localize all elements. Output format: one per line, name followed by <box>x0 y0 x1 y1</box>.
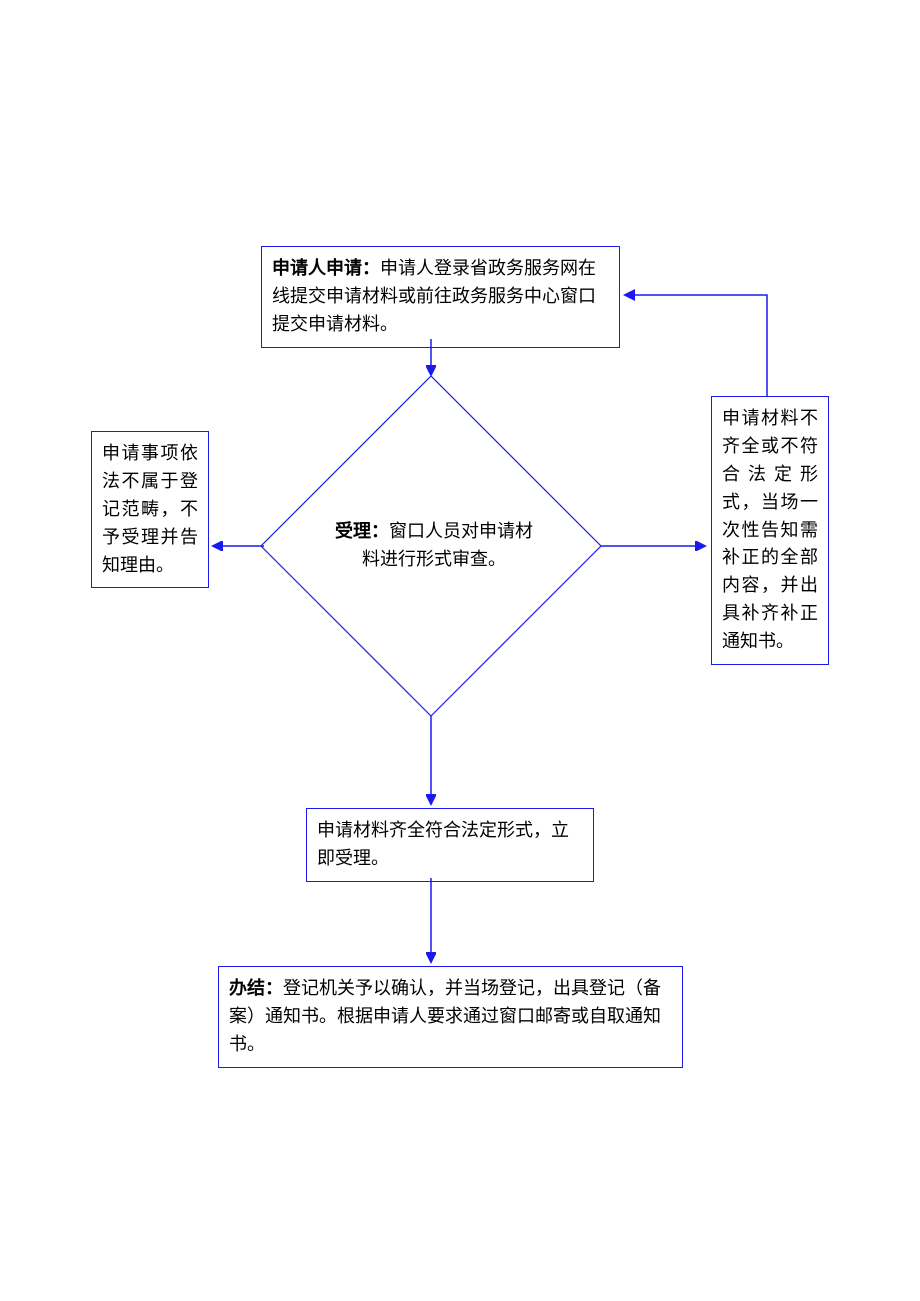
arrow-accept-to-supplement <box>601 541 709 551</box>
flowchart-page: 申请人申请：申请人登录省政务服务网在线提交申请材料或前往政务服务中心窗口提交申请… <box>0 0 920 1301</box>
arrow-materials-ok-to-finish <box>426 878 436 966</box>
box-reject: 申请事项依法不属于登记范畴，不予受理并告知理由。 <box>91 431 209 588</box>
box-supplement: 申请材料不齐全或不符合法定形式，当场一次性告知需补正的全部内容，并出具补齐补正通… <box>711 396 829 665</box>
diamond-accept-text: 受理：窗口人员对申请材料进行形式审查。 <box>334 518 534 574</box>
arrow-accept-to-materials-ok <box>426 716 436 808</box>
box-apply: 申请人申请：申请人登录省政务服务网在线提交申请材料或前往政务服务中心窗口提交申请… <box>261 246 620 348</box>
box-finish-title: 办结： <box>229 978 283 998</box>
box-finish-body: 登记机关予以确认，并当场登记，出具登记（备案）通知书。根据申请人要求通过窗口邮寄… <box>229 978 661 1054</box>
box-finish: 办结：登记机关予以确认，并当场登记，出具登记（备案）通知书。根据申请人要求通过窗… <box>218 966 683 1068</box>
box-materials-ok: 申请材料齐全符合法定形式，立即受理。 <box>306 808 594 882</box>
arrow-supplement-to-apply <box>619 287 779 397</box>
box-materials-ok-body: 申请材料齐全符合法定形式，立即受理。 <box>317 820 569 868</box>
box-reject-body: 申请事项依法不属于登记范畴，不予受理并告知理由。 <box>102 443 198 575</box>
diamond-accept-title: 受理： <box>335 521 389 541</box>
arrow-accept-to-reject <box>209 541 264 551</box>
box-apply-title: 申请人申请： <box>272 258 380 278</box>
box-supplement-body: 申请材料不齐全或不符合法定形式，当场一次性告知需补正的全部内容，并出具补齐补正通… <box>722 408 818 651</box>
